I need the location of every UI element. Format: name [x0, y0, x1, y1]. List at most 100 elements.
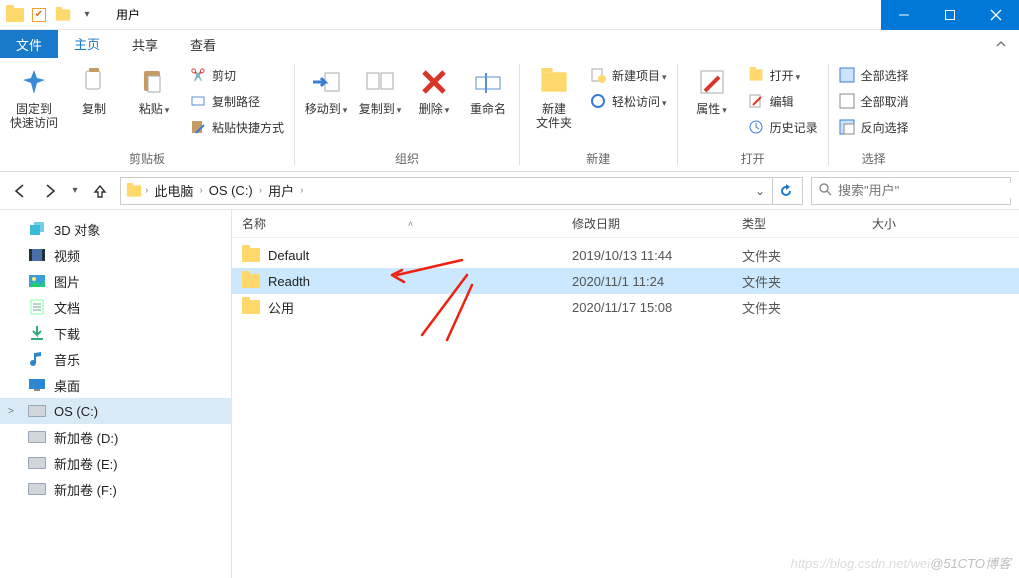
table-row[interactable]: Default2019/10/13 11:44文件夹	[232, 242, 1019, 268]
search-icon	[818, 182, 832, 199]
pin-to-quick-access-button[interactable]: 固定到 快速访问	[6, 62, 62, 134]
breadcrumb-separator[interactable]: ›	[259, 185, 262, 196]
tab-share[interactable]: 共享	[116, 30, 174, 58]
forward-button[interactable]	[38, 179, 62, 203]
move-to-icon	[310, 66, 342, 98]
column-header-name[interactable]: 名称 ˄	[232, 210, 562, 237]
file-name: Default	[268, 248, 309, 263]
nav-item[interactable]: 新加卷 (D:)	[0, 424, 231, 450]
column-header-date[interactable]: 修改日期	[562, 210, 732, 237]
search-input[interactable]	[838, 183, 1014, 198]
new-item-button[interactable]: 新建项目	[586, 64, 671, 86]
file-name: 公用	[268, 298, 294, 317]
scissors-icon: ✂️	[190, 67, 206, 83]
nav-item[interactable]: 视频	[0, 242, 231, 268]
nav-item[interactable]: 音乐	[0, 346, 231, 372]
easy-access-button[interactable]: 轻松访问	[586, 90, 671, 112]
nav-item-label: 文档	[54, 298, 80, 317]
cut-button[interactable]: ✂️ 剪切	[186, 64, 288, 86]
back-button[interactable]	[8, 179, 32, 203]
copy-to-icon	[364, 66, 396, 98]
group-label-new: 新建	[526, 148, 671, 171]
nav-item[interactable]: 新加卷 (F:)	[0, 476, 231, 502]
nav-item[interactable]: ˃OS (C:)	[0, 398, 231, 424]
new-folder-icon	[538, 66, 570, 98]
qat-properties-icon[interactable]: ✔	[28, 4, 50, 26]
nav-item[interactable]: 3D 对象	[0, 216, 231, 242]
sort-indicator-icon: ˄	[408, 219, 413, 229]
folder-icon	[242, 274, 260, 288]
file-type: 文件夹	[732, 246, 862, 265]
table-row[interactable]: 公用2020/11/17 15:08文件夹	[232, 294, 1019, 320]
breadcrumb-users[interactable]: 用户	[264, 181, 298, 200]
up-button[interactable]	[88, 179, 112, 203]
nav-item-label: 图片	[54, 272, 80, 291]
nav-item[interactable]: 文档	[0, 294, 231, 320]
breadcrumb-separator[interactable]: ›	[300, 185, 303, 196]
file-date: 2020/11/17 15:08	[562, 300, 732, 315]
nav-item[interactable]: 下载	[0, 320, 231, 346]
file-name: Readth	[268, 274, 310, 289]
pin-label: 固定到 快速访问	[10, 102, 58, 130]
search-box[interactable]	[811, 177, 1011, 205]
select-none-button[interactable]: 全部取消	[835, 90, 913, 112]
tab-view[interactable]: 查看	[174, 30, 232, 58]
nav-item-icon	[28, 246, 46, 264]
copy-button[interactable]: 复制	[66, 62, 122, 120]
file-list[interactable]: Default2019/10/13 11:44文件夹Readth2020/11/…	[232, 238, 1019, 578]
rename-button[interactable]: 重命名	[463, 62, 513, 120]
breadcrumb-separator[interactable]: ›	[145, 185, 148, 196]
paste-shortcut-button[interactable]: 粘贴快捷方式	[186, 116, 288, 138]
properties-button[interactable]: 属性	[684, 62, 740, 121]
column-headers: 名称 ˄ 修改日期 类型 大小	[232, 210, 1019, 238]
nav-item[interactable]: 新加卷 (E:)	[0, 450, 231, 476]
maximize-button[interactable]	[927, 0, 973, 30]
close-button[interactable]	[973, 0, 1019, 30]
invert-selection-button[interactable]: 反向选择	[835, 116, 913, 138]
select-all-button[interactable]: 全部选择	[835, 64, 913, 86]
breadcrumb-os-c[interactable]: OS (C:)	[205, 183, 257, 198]
tab-home[interactable]: 主页	[58, 30, 116, 58]
group-label-clipboard: 剪贴板	[6, 148, 288, 171]
nav-item-icon	[28, 220, 46, 238]
column-header-type[interactable]: 类型	[732, 210, 862, 237]
nav-item[interactable]: 桌面	[0, 372, 231, 398]
open-button[interactable]: 打开	[744, 64, 822, 86]
edit-button[interactable]: 编辑	[744, 90, 822, 112]
copy-label: 复制	[82, 102, 106, 116]
nav-item-icon	[28, 272, 46, 290]
main-area: 3D 对象视频图片文档下载音乐桌面˃OS (C:) 新加卷 (D:) 新加卷 (E:…	[0, 210, 1019, 578]
navigation-row: ▾ › 此电脑 › OS (C:) › 用户 › ⌄	[0, 172, 1019, 210]
delete-button[interactable]: 删除	[409, 62, 459, 121]
collapse-ribbon-button[interactable]	[983, 30, 1019, 58]
tab-file[interactable]: 文件	[0, 30, 58, 58]
breadcrumb-this-pc[interactable]: 此电脑	[150, 181, 197, 200]
expand-chevron-icon[interactable]: ˃	[8, 406, 20, 417]
content-pane: 名称 ˄ 修改日期 类型 大小 Default2019/10/13 11:44文…	[232, 210, 1019, 578]
refresh-button[interactable]	[772, 178, 798, 204]
qat-newfolder-icon[interactable]	[52, 4, 74, 26]
copy-to-button[interactable]: 复制到	[355, 62, 405, 121]
address-dropdown-button[interactable]: ⌄	[750, 184, 770, 198]
qat-customize-icon[interactable]: ▾	[76, 4, 98, 26]
copy-path-button[interactable]: 复制路径	[186, 90, 288, 112]
move-to-button[interactable]: 移动到	[301, 62, 351, 121]
navigation-pane[interactable]: 3D 对象视频图片文档下载音乐桌面˃OS (C:) 新加卷 (D:) 新加卷 (E:…	[0, 210, 232, 578]
new-folder-button[interactable]: 新建 文件夹	[526, 62, 582, 134]
nav-item-label: 新加卷 (D:)	[54, 428, 118, 447]
select-none-icon	[839, 93, 855, 109]
table-row[interactable]: Readth2020/11/1 11:24文件夹	[232, 268, 1019, 294]
address-bar[interactable]: › 此电脑 › OS (C:) › 用户 › ⌄	[120, 177, 803, 205]
nav-item[interactable]: 图片	[0, 268, 231, 294]
minimize-button[interactable]	[881, 0, 927, 30]
edit-icon	[748, 93, 764, 109]
paste-button[interactable]: 粘贴	[126, 62, 182, 121]
recent-locations-button[interactable]: ▾	[68, 179, 82, 203]
column-header-size[interactable]: 大小	[862, 210, 942, 237]
breadcrumb-separator[interactable]: ›	[199, 185, 202, 196]
window-controls	[881, 0, 1019, 30]
nav-item-icon	[28, 298, 46, 316]
history-button[interactable]: 历史记录	[744, 116, 822, 138]
title-bar: ✔ ▾ 用户	[0, 0, 1019, 30]
file-type: 文件夹	[732, 272, 862, 291]
